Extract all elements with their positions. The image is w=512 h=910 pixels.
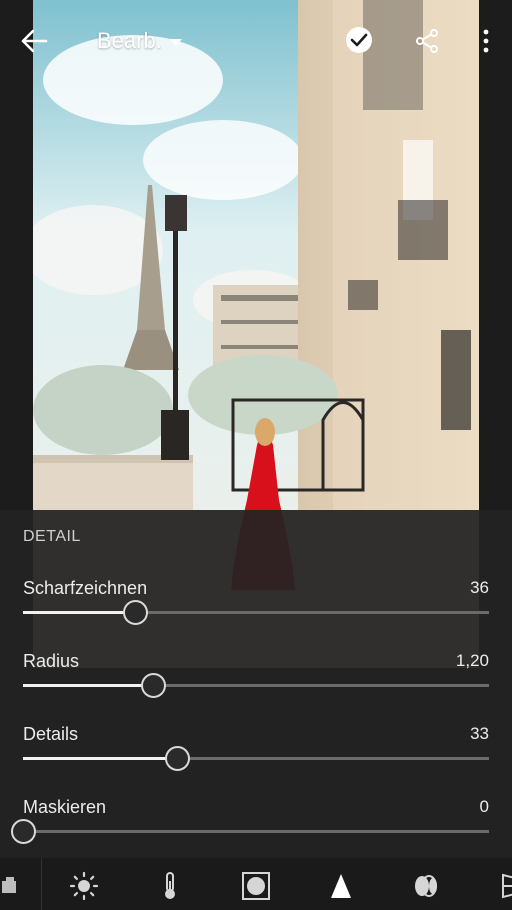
tool-presets[interactable] (0, 866, 26, 906)
slider-track-fill (23, 684, 153, 687)
checkmark-circle-icon (346, 27, 372, 53)
tool-detail[interactable] (321, 866, 361, 906)
tool-effects[interactable] (236, 866, 276, 906)
slider-track[interactable] (23, 673, 489, 698)
slider-label: Scharfzeichnen (23, 578, 148, 598)
slider-masking: Maskieren 0 (0, 797, 512, 867)
slider-label: Radius (23, 651, 80, 671)
top-bar: Bearb. (0, 0, 512, 80)
optics-icon (415, 875, 437, 897)
slider-value: 36 (470, 578, 489, 597)
arrow-left-icon (21, 29, 48, 53)
geometry-icon (502, 873, 512, 899)
presets-icon (2, 877, 16, 893)
slider-label: Details (23, 724, 79, 744)
edit-mode-dropdown[interactable]: Bearb. (97, 28, 182, 54)
slider-track-fill (23, 757, 177, 760)
light-icon (69, 871, 99, 901)
slider-track[interactable] (23, 600, 489, 625)
vignette-icon (242, 872, 270, 900)
slider-track-fill (23, 611, 135, 614)
tool-light[interactable] (64, 866, 104, 906)
tool-color[interactable] (150, 866, 190, 906)
confirm-button[interactable] (345, 26, 373, 54)
slider-thumb[interactable] (123, 600, 148, 625)
panel-title: DETAIL (23, 528, 81, 545)
slider-radius: Radius 1,20 (0, 651, 512, 721)
slider-track[interactable] (23, 746, 489, 771)
color-temperature-icon (165, 872, 175, 899)
detail-panel: DETAIL Scharfzeichnen 36 Radius 1,20 Det… (0, 510, 512, 858)
slider-thumb[interactable] (141, 673, 166, 698)
tool-optics[interactable] (406, 866, 446, 906)
tool-geometry[interactable] (490, 866, 512, 906)
slider-sharpening: Scharfzeichnen 36 (0, 578, 512, 648)
detail-icon (331, 874, 351, 898)
edit-toolbar (0, 858, 512, 910)
edit-mode-label: Bearb. (97, 28, 162, 53)
slider-details: Details 33 (0, 724, 512, 794)
more-vertical-icon (483, 29, 489, 53)
share-button[interactable] (414, 28, 440, 54)
slider-value: 33 (470, 724, 489, 743)
slider-thumb[interactable] (165, 746, 190, 771)
share-icon (416, 29, 438, 53)
toolbar-divider (41, 858, 42, 910)
slider-thumb[interactable] (11, 819, 36, 844)
caret-down-icon (169, 39, 182, 46)
slider-track[interactable] (11, 819, 489, 844)
slider-value: 1,20 (455, 651, 489, 670)
more-options-button[interactable] (481, 28, 491, 54)
slider-label: Maskieren (23, 797, 107, 817)
back-button[interactable] (20, 28, 48, 54)
slider-value: 0 (479, 797, 489, 816)
